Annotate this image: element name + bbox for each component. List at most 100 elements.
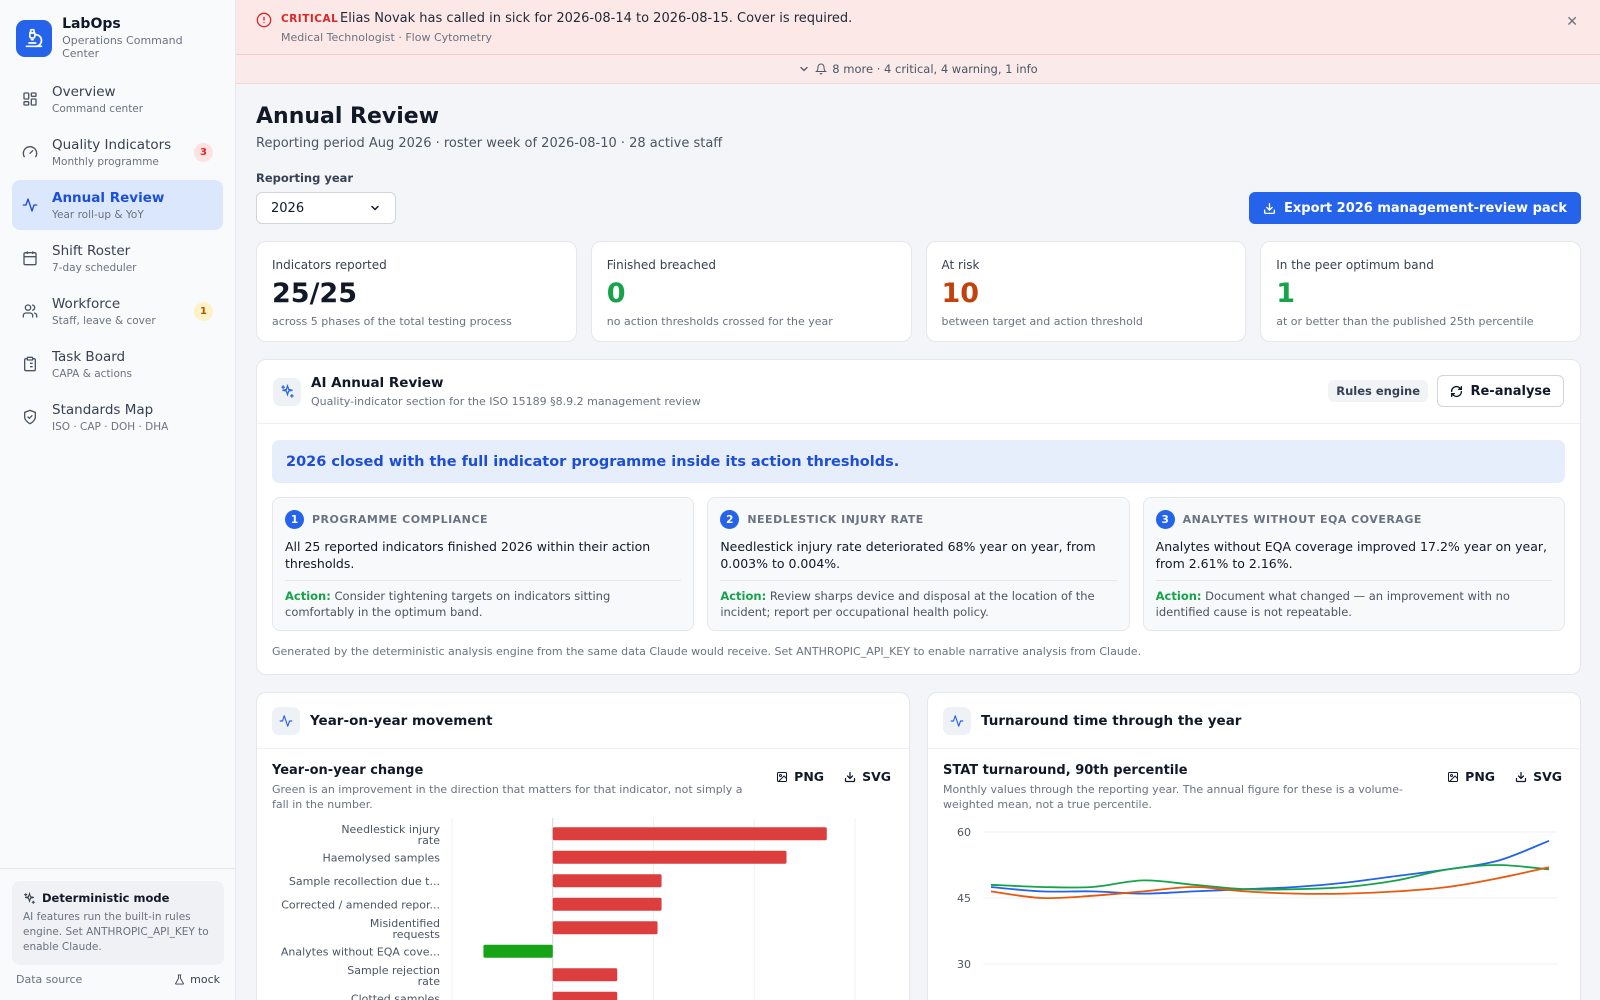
category-label: rate: [418, 975, 441, 988]
finding-body: Analytes without EQA coverage improved 1…: [1155, 539, 1548, 571]
series-line: [990, 864, 1550, 891]
grid-icon: [23, 92, 37, 106]
finding-card: 1 PROGRAMME COMPLIANCE All 25 reported i…: [272, 497, 695, 631]
sidebar-item-sub: ISO · CAP · DOH · DHA: [52, 420, 169, 433]
export-pack-button[interactable]: Export 2026 management-review pack: [1249, 192, 1581, 224]
category-label: Haemolysed samples: [323, 851, 441, 864]
image-icon: [777, 771, 788, 782]
export-svg-button[interactable]: SVG: [844, 769, 891, 784]
chart-subtitle: Green is an improvement in the direction…: [272, 783, 743, 811]
download-icon: [1515, 771, 1527, 782]
sidebar-item-quality-indicators[interactable]: Quality Indicators Monthly programme 3: [12, 127, 223, 177]
svg-label: SVG: [862, 769, 891, 784]
download-icon: [1263, 202, 1276, 214]
charts-row: Year-on-year movement Year-on-year chang…: [256, 692, 1581, 1000]
action-text: Consider tightening targets on indicator…: [285, 589, 611, 619]
bar: [552, 968, 618, 982]
export-svg-button[interactable]: SVG: [1515, 769, 1562, 784]
shield-check-icon: [24, 409, 36, 425]
bar: [552, 827, 827, 841]
alert-circle-icon: [256, 12, 272, 28]
bell-icon: [815, 63, 828, 75]
reporting-year-label: Reporting year: [256, 171, 354, 185]
bar: [552, 991, 618, 1000]
activity-icon: [943, 706, 971, 735]
page-title: Annual Review: [256, 104, 440, 129]
microscope-icon: [16, 19, 53, 57]
engine-badge: Rules engine: [1328, 380, 1428, 402]
yoy-bar-chart: Needlestick injuryrateHaemolysed samples…: [281, 818, 856, 1000]
series-line: [990, 866, 1550, 900]
more-alerts-toggle[interactable]: 8 more · 4 critical, 4 warning, 1 info: [236, 55, 1600, 84]
category-label: Sample recollection due t...: [289, 875, 440, 888]
image-icon: [1448, 771, 1459, 782]
sidebar-item-sub: Monthly programme: [52, 155, 159, 168]
bar: [552, 921, 658, 935]
chart-subtitle: Monthly values through the reporting yea…: [943, 783, 1403, 811]
kpi-label: In the peer optimum band: [1276, 258, 1434, 272]
sparkles-icon: [24, 891, 35, 904]
sidebar-item-label: Overview: [52, 83, 116, 100]
sidebar-item-shift-roster[interactable]: Shift Roster 7-day scheduler: [12, 233, 223, 283]
category-label: Corrected / amended repor...: [281, 898, 440, 911]
sidebar-item-sub: 7-day scheduler: [52, 261, 137, 274]
close-icon[interactable]: ✕: [1566, 14, 1578, 30]
clipboard-icon: [24, 356, 36, 372]
png-label: PNG: [794, 769, 825, 784]
chevron-down-icon: [371, 205, 379, 211]
findings-row: 1 PROGRAMME COMPLIANCE All 25 reported i…: [272, 497, 1565, 631]
action-label: Action:: [285, 589, 331, 603]
ai-review-title: AI Annual Review: [311, 375, 444, 391]
bar: [483, 944, 553, 958]
data-source-value[interactable]: mock: [174, 973, 220, 986]
action-label: Action:: [720, 589, 767, 603]
sidebar: LabOps Operations Command Center Overvie…: [0, 0, 236, 1000]
tat-line-chart: 60453015: [957, 826, 1557, 971]
sidebar-item-overview[interactable]: Overview Command center: [12, 74, 223, 124]
export-png-button[interactable]: PNG: [1447, 769, 1495, 784]
sidebar-item-task-board[interactable]: Task Board CAPA & actions: [12, 339, 223, 389]
kpi-card: Finished breached 0 no action thresholds…: [590, 241, 912, 342]
sidebar-item-workforce[interactable]: Workforce Staff, leave & cover 1: [12, 286, 223, 336]
finding-title: PROGRAMME COMPLIANCE: [312, 513, 488, 526]
tat-card: Turnaround time through the year STAT tu…: [927, 692, 1581, 1000]
sidebar-item-annual-review[interactable]: Annual Review Year roll-up & YoY: [12, 180, 223, 230]
png-label: PNG: [1465, 769, 1496, 784]
reanalyse-button[interactable]: Re-analyse: [1437, 375, 1564, 407]
bar: [552, 850, 787, 864]
sidebar-item-sub: Command center: [52, 102, 144, 115]
kpi-value: 1: [1276, 278, 1296, 309]
more-alerts-text: 8 more · 4 critical, 4 warning, 1 info: [832, 62, 1038, 76]
reanalyse-label: Re-analyse: [1470, 383, 1551, 399]
finding-body: Needlestick injury rate deteriorated 68%…: [720, 539, 1096, 571]
category-label: requests: [392, 928, 440, 941]
alert-level: CRITICAL: [281, 13, 339, 25]
finding-number: 2: [720, 510, 740, 529]
export-png-button[interactable]: PNG: [776, 769, 824, 784]
sidebar-item-standards-map[interactable]: Standards Map ISO · CAP · DOH · DHA: [12, 392, 223, 442]
kpi-card: Indicators reported 25/25 across 5 phase…: [256, 241, 577, 342]
category-label: rate: [418, 834, 441, 847]
users-icon: [22, 304, 38, 318]
sidebar-item-label: Quality Indicators: [52, 136, 172, 153]
category-label: Analytes without EQA cove...: [281, 945, 440, 958]
ai-annual-review-card: AI Annual Review Quality-indicator secti…: [256, 359, 1581, 675]
reporting-year-select[interactable]: 2026: [256, 192, 396, 224]
finding-card: 3 ANALYTES WITHOUT EQA COVERAGE Analytes…: [1142, 497, 1565, 631]
sidebar-item-sub: Year roll-up & YoY: [52, 208, 144, 221]
sparkles-icon: [273, 377, 301, 406]
sidebar-nav: Overview Command center Quality Indicato…: [0, 70, 235, 449]
y-tick-label: 30: [957, 958, 971, 971]
bar: [552, 874, 662, 888]
kpi-label: Indicators reported: [272, 258, 387, 272]
svg-label: SVG: [1533, 769, 1562, 784]
app-subtitle: Operations Command Center: [62, 34, 183, 60]
mode-title: Deterministic mode: [42, 891, 170, 905]
main-content: Annual Review Reporting period Aug 2026 …: [256, 84, 1581, 1000]
calendar-icon: [23, 251, 37, 266]
brand[interactable]: LabOps Operations Command Center: [0, 0, 235, 70]
export-button-label: Export 2026 management-review pack: [1284, 200, 1567, 216]
mode-description: AI features run the built-in rules engin…: [23, 911, 209, 953]
kpi-card: In the peer optimum band 1 at or better …: [1260, 241, 1581, 342]
finding-action: Action: Review sharps device and disposa…: [720, 580, 1117, 620]
